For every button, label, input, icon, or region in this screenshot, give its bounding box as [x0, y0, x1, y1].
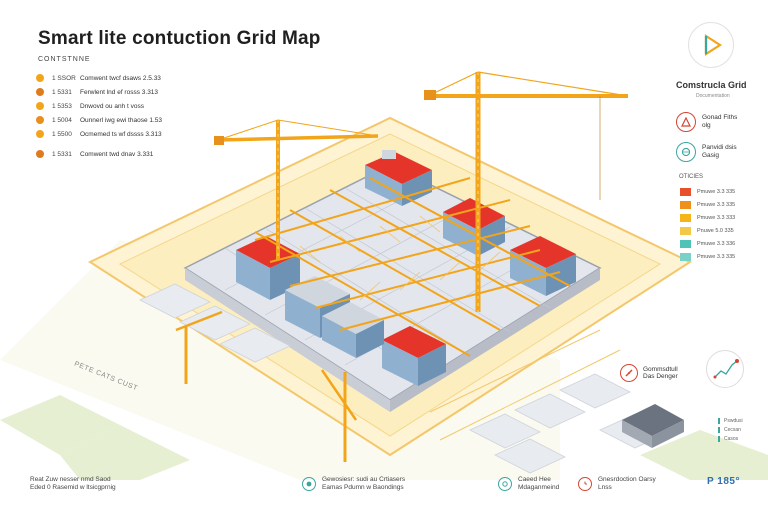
footer-sublabel: Lnss: [598, 484, 612, 491]
status-sublabel: olg: [702, 122, 711, 129]
mini-legend-item: Pswdusi: [718, 416, 743, 425]
alert-icon: [620, 364, 638, 382]
scale-item[interactable]: Pnuwe 5.0 335: [680, 225, 735, 236]
panel-subtitle: Documentation: [696, 93, 730, 99]
scale-item[interactable]: Pmuwe 3.3 335: [680, 186, 735, 197]
footer-item[interactable]: Gewosiesr: sudi au Crtiasers Eamas Pdumn …: [302, 476, 405, 492]
panel-title: Comstrucla Grid: [676, 80, 747, 90]
footer-item[interactable]: Gnesrdoction Oarsy Lnss: [578, 476, 656, 492]
percent-readout: P 185°: [707, 476, 740, 487]
mini-legend-item: Cecsan: [718, 425, 743, 434]
footer-item[interactable]: Caeed Hee Mdaganmeind: [498, 476, 559, 492]
footer-label: Caeed Hee: [518, 476, 551, 483]
trend-icon: [713, 359, 739, 379]
footer-bar: Reat Zuw nesser nmd Saod Eded 0 Rasemid w…: [0, 468, 768, 512]
footer-item[interactable]: Reat Zuw nesser nmd Saod Eded 0 Rasemid w…: [30, 476, 116, 492]
mini-legend: Pswdusi Cecsan Casos: [718, 416, 743, 443]
app-logo[interactable]: [688, 22, 734, 68]
site-map[interactable]: [0, 40, 768, 480]
danger-badge[interactable]: Gommsdtull Das Denger: [620, 364, 678, 382]
scale-item[interactable]: Pmuwe 3.3 333: [680, 212, 735, 223]
gear-icon: [498, 477, 512, 491]
scale-heading: OTICIES: [679, 174, 704, 180]
footer-label: Gnesrdoction Oarsy: [598, 476, 656, 483]
footer-sublabel: Mdaganmeind: [518, 484, 560, 491]
status-sublabel: Gasig: [702, 152, 719, 159]
footer-label: Reat Zuw nesser nmd Saod: [30, 476, 111, 483]
status-label: Panvidi dsis: [702, 144, 737, 151]
scale-item[interactable]: Pmuwe 3.3 336: [680, 238, 735, 249]
footer-label: Gewosiesr: sudi au Crtiasers: [322, 476, 406, 483]
warning-icon: [676, 112, 696, 132]
mini-legend-item: Casos: [718, 434, 743, 443]
scale-item[interactable]: Pmuwe 3.3 335: [680, 199, 735, 210]
footer-sublabel: Eamas Pdumn w Baondings: [322, 484, 404, 491]
play-icon: [704, 33, 723, 57]
clock-icon: [578, 477, 592, 491]
footer-sublabel: Eded 0 Rasemid w ltsicgprnig: [30, 484, 116, 491]
trend-chart[interactable]: [706, 350, 744, 388]
status-item-network[interactable]: Panvidi dsis Gasig: [676, 142, 737, 162]
badge-sublabel: Das Denger: [643, 373, 678, 380]
status-label: Gonad Fiths: [702, 114, 738, 121]
badge-label: Gommsdtull: [643, 365, 678, 373]
color-scale: Pmuwe 3.3 335 Pmuwe 3.3 335 Pmuwe 3.3 33…: [680, 186, 735, 264]
status-item-safety[interactable]: Gonad Fiths olg: [676, 112, 737, 132]
globe-icon: [676, 142, 696, 162]
leaf-icon: [302, 477, 316, 491]
scale-item[interactable]: Pmuwe 3.3 335: [680, 251, 735, 262]
